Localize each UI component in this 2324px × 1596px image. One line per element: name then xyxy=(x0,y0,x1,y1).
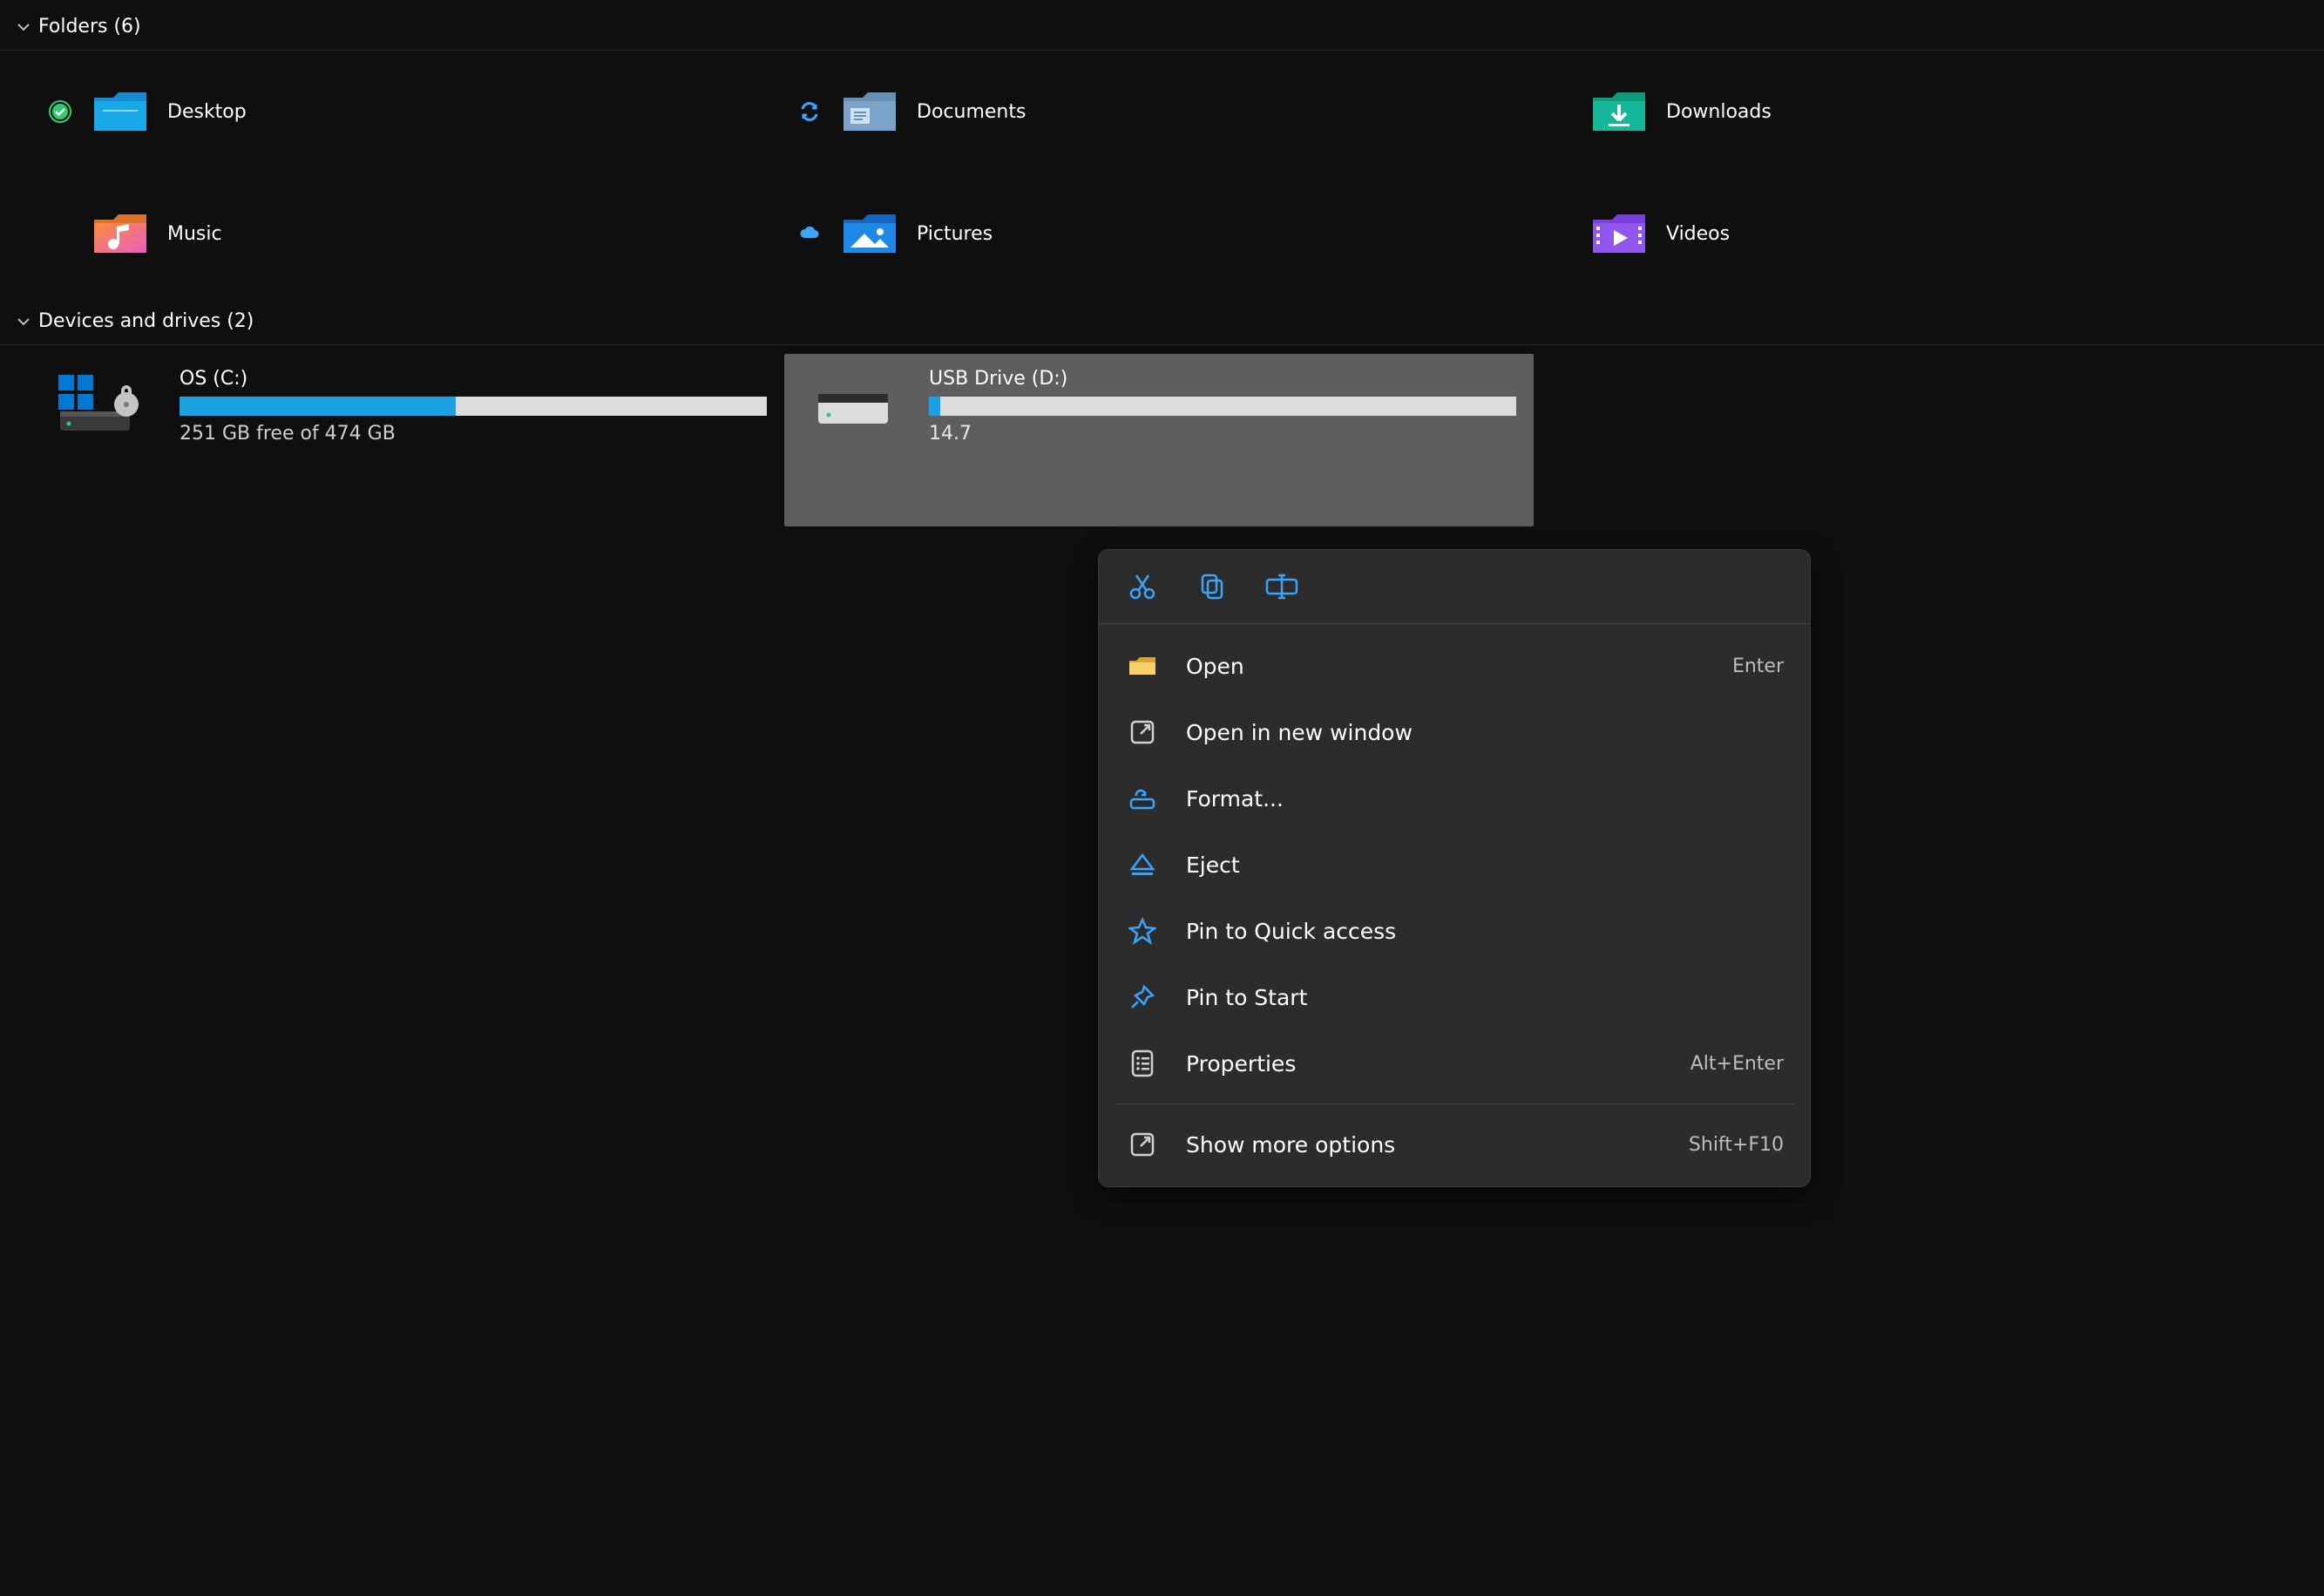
more-options-icon xyxy=(1125,1127,1160,1162)
cut-icon[interactable] xyxy=(1125,569,1160,604)
context-menu: Open Enter Open in new window Format... … xyxy=(1098,549,1811,1187)
drive-name: USB Drive (D:) xyxy=(929,368,1516,390)
menu-item-open-new-window[interactable]: Open in new window xyxy=(1099,699,1810,765)
drive-usage-fill xyxy=(180,397,456,416)
folder-item-desktop[interactable]: Desktop xyxy=(35,68,784,155)
menu-label: Pin to Start xyxy=(1186,985,1758,1010)
drives-grid: OS (C:) 251 GB free of 474 GB USB Drive … xyxy=(0,345,2324,526)
pictures-folder-icon xyxy=(842,206,898,261)
music-folder-icon xyxy=(92,206,148,261)
drive-name: OS (C:) xyxy=(180,368,767,390)
videos-folder-icon xyxy=(1591,206,1647,261)
drive-usage-fill xyxy=(929,397,940,416)
menu-label: Format... xyxy=(1186,786,1758,812)
synced-icon xyxy=(47,100,73,123)
menu-shortcut: Alt+Enter xyxy=(1690,1053,1784,1075)
menu-item-format[interactable]: Format... xyxy=(1099,765,1810,832)
folder-label: Music xyxy=(167,223,222,245)
menu-label: Pin to Quick access xyxy=(1186,919,1758,944)
menu-item-eject[interactable]: Eject xyxy=(1099,832,1810,898)
menu-label: Eject xyxy=(1186,852,1758,878)
folder-label: Pictures xyxy=(917,223,993,245)
menu-label: Properties xyxy=(1186,1051,1664,1076)
copy-icon[interactable] xyxy=(1195,569,1230,604)
folder-item-documents[interactable]: Documents xyxy=(784,68,1534,155)
drive-item-os-c[interactable]: OS (C:) 251 GB free of 474 GB xyxy=(35,354,784,526)
folder-label: Videos xyxy=(1666,223,1730,245)
folder-item-pictures[interactable]: Pictures xyxy=(784,190,1534,277)
folder-open-icon xyxy=(1125,649,1160,683)
folder-item-music[interactable]: Music xyxy=(35,190,784,277)
desktop-folder-icon xyxy=(92,84,148,139)
drives-title: Devices and drives (2) xyxy=(38,310,254,332)
new-window-icon xyxy=(1125,715,1160,750)
drive-usage-bar xyxy=(929,397,1516,416)
context-menu-items: Open Enter Open in new window Format... … xyxy=(1099,624,1810,1186)
chevron-down-icon xyxy=(17,21,30,33)
usb-drive-icon xyxy=(796,368,910,446)
drive-item-usb-d[interactable]: USB Drive (D:) 14.7 xyxy=(784,354,1534,526)
downloads-folder-icon xyxy=(1591,84,1647,139)
folder-item-videos[interactable]: Videos xyxy=(1534,190,2283,277)
folders-title: Folders (6) xyxy=(38,16,141,37)
context-menu-toolbar xyxy=(1099,550,1810,624)
chevron-down-icon xyxy=(17,316,30,328)
menu-label: Open in new window xyxy=(1186,720,1758,745)
menu-shortcut: Shift+F10 xyxy=(1689,1134,1784,1156)
star-icon xyxy=(1125,913,1160,948)
folder-label: Downloads xyxy=(1666,101,1772,123)
drive-free-text: 14.7 xyxy=(929,423,1516,445)
menu-item-pin-quick-access[interactable]: Pin to Quick access xyxy=(1099,898,1810,964)
menu-label: Open xyxy=(1186,654,1706,679)
format-icon xyxy=(1125,781,1160,816)
properties-icon xyxy=(1125,1046,1160,1081)
folder-label: Desktop xyxy=(167,101,247,123)
section-header-folders[interactable]: Folders (6) xyxy=(0,0,2324,51)
folder-item-downloads[interactable]: Downloads xyxy=(1534,68,2283,155)
eject-icon xyxy=(1125,847,1160,882)
section-header-drives[interactable]: Devices and drives (2) xyxy=(0,295,2324,345)
os-drive-icon xyxy=(47,368,160,446)
rename-icon[interactable] xyxy=(1264,569,1299,604)
menu-item-open[interactable]: Open Enter xyxy=(1099,633,1810,699)
menu-label: Show more options xyxy=(1186,1132,1663,1158)
drive-free-text: 251 GB free of 474 GB xyxy=(180,423,767,445)
sync-icon xyxy=(796,100,823,123)
menu-item-show-more[interactable]: Show more options Shift+F10 xyxy=(1099,1111,1810,1178)
documents-folder-icon xyxy=(842,84,898,139)
pin-icon xyxy=(1125,980,1160,1015)
folders-grid: Desktop Documents Downloads Music Pi xyxy=(0,51,2324,295)
folder-label: Documents xyxy=(917,101,1026,123)
drive-usage-bar xyxy=(180,397,767,416)
menu-shortcut: Enter xyxy=(1732,655,1784,677)
menu-item-pin-start[interactable]: Pin to Start xyxy=(1099,964,1810,1030)
cloud-icon xyxy=(796,226,823,241)
menu-item-properties[interactable]: Properties Alt+Enter xyxy=(1099,1030,1810,1097)
